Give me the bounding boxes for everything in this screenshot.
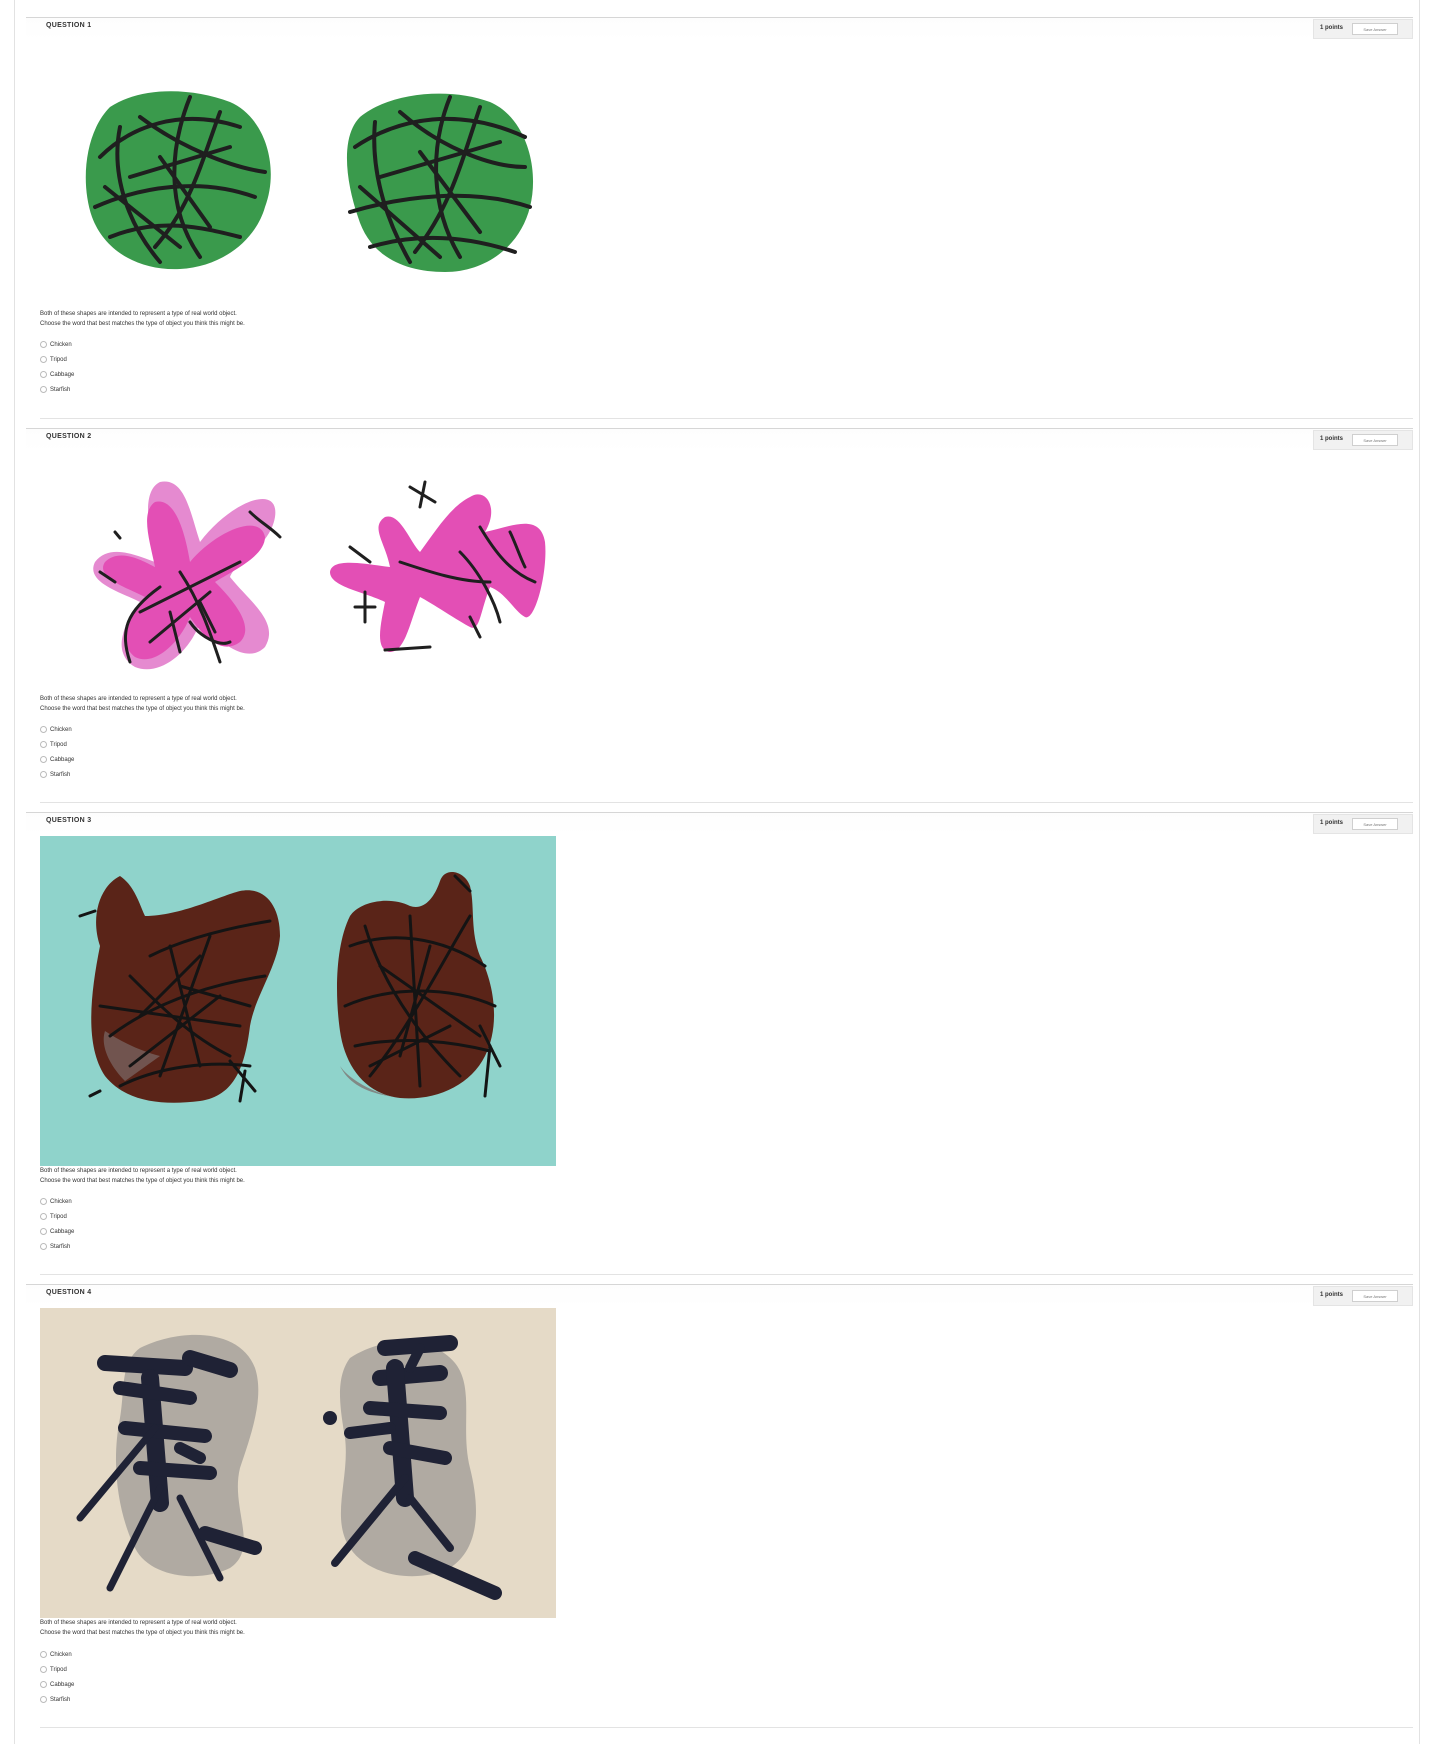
answer-options: Chicken Tripod Cabbage Starfish [40,722,74,782]
question-image [40,836,556,1166]
option-cabbage[interactable]: Cabbage [40,1677,74,1692]
question-title: QUESTION 1 [46,22,92,29]
radio-button[interactable] [40,1666,47,1673]
radio-button[interactable] [40,371,47,378]
points-box: 1 points Save Answer [1313,814,1413,834]
option-chicken[interactable]: Chicken [40,1647,74,1662]
option-cabbage[interactable]: Cabbage [40,367,74,382]
save-answer-button[interactable]: Save Answer [1352,1290,1398,1302]
option-label: Tripod [50,741,67,748]
question-image [40,57,556,312]
prompt-line-1: Both of these shapes are intended to rep… [40,1168,237,1174]
option-tripod[interactable]: Tripod [40,1209,74,1224]
save-answer-button[interactable]: Save Answer [1352,818,1398,830]
cabbage-left [85,91,271,270]
radio-button[interactable] [40,341,47,348]
option-label: Chicken [50,341,72,348]
question-separator [40,1274,1413,1275]
radio-button[interactable] [40,741,47,748]
radio-button[interactable] [40,1228,47,1235]
radio-button[interactable] [40,356,47,363]
radio-button[interactable] [40,771,47,778]
radio-button[interactable] [40,1651,47,1658]
option-starfish[interactable]: Starfish [40,1692,74,1707]
option-tripod[interactable]: Tripod [40,1662,74,1677]
question-header: QUESTION 3 1 points Save Answer [26,812,1413,835]
points-label: 1 points [1320,1292,1344,1298]
prompt-line-1: Both of these shapes are intended to rep… [40,1620,237,1626]
option-chicken[interactable]: Chicken [40,337,74,352]
question-image [40,472,556,702]
question-header: QUESTION 4 1 points Save Answer [26,1284,1413,1307]
question-title: QUESTION 4 [46,1289,92,1296]
question-header: QUESTION 2 1 points Save Answer [26,428,1413,451]
question-1: QUESTION 1 1 points Save Answer Both of … [26,17,1413,419]
prompt-line-2: Choose the word that best matches the ty… [40,706,245,712]
prompt-line-1: Both of these shapes are intended to rep… [40,696,237,702]
answer-options: Chicken Tripod Cabbage Starfish [40,1647,74,1707]
radio-button[interactable] [40,726,47,733]
cabbage-right [346,93,534,272]
option-starfish[interactable]: Starfish [40,382,74,397]
option-label: Starfish [50,386,71,393]
option-chicken[interactable]: Chicken [40,1194,74,1209]
option-label: Starfish [50,1696,71,1703]
save-answer-button[interactable]: Save Answer [1352,23,1398,35]
question-separator [40,418,1413,419]
option-label: Starfish [50,1243,71,1250]
question-title: QUESTION 2 [46,433,92,440]
prompt-line-2: Choose the word that best matches the ty… [40,321,245,327]
option-label: Tripod [50,356,67,363]
question-prompt: Both of these shapes are intended to rep… [40,1618,440,1638]
radio-button[interactable] [40,1243,47,1250]
option-label: Cabbage [50,1228,75,1235]
question-prompt: Both of these shapes are intended to rep… [40,1166,440,1186]
save-answer-button[interactable]: Save Answer [1352,434,1398,446]
radio-button[interactable] [40,1696,47,1703]
option-tripod[interactable]: Tripod [40,737,74,752]
points-box: 1 points Save Answer [1313,19,1413,39]
radio-button[interactable] [40,386,47,393]
question-3: QUESTION 3 1 points Save Answer Both of … [26,812,1413,1276]
option-cabbage[interactable]: Cabbage [40,752,74,767]
question-prompt: Both of these shapes are intended to rep… [40,694,440,714]
option-starfish[interactable]: Starfish [40,767,74,782]
option-label: Cabbage [50,1681,75,1688]
option-label: Chicken [50,726,72,733]
option-label: Chicken [50,1651,72,1658]
prompt-line-1: Both of these shapes are intended to rep… [40,311,237,317]
prompt-line-2: Choose the word that best matches the ty… [40,1630,245,1636]
radio-button[interactable] [40,1213,47,1220]
option-label: Starfish [50,771,71,778]
question-prompt: Both of these shapes are intended to rep… [40,309,440,329]
points-box: 1 points Save Answer [1313,1286,1413,1306]
option-label: Chicken [50,1198,72,1205]
question-header: QUESTION 1 1 points Save Answer [26,17,1413,40]
question-separator [40,802,1413,803]
question-4: QUESTION 4 1 points Save Answer Both of … [26,1284,1413,1744]
option-cabbage[interactable]: Cabbage [40,1224,74,1239]
points-box: 1 points Save Answer [1313,430,1413,450]
answer-options: Chicken Tripod Cabbage Starfish [40,1194,74,1254]
radio-button[interactable] [40,1681,47,1688]
option-tripod[interactable]: Tripod [40,352,74,367]
prompt-line-2: Choose the word that best matches the ty… [40,1178,245,1184]
option-label: Cabbage [50,371,75,378]
option-label: Tripod [50,1666,67,1673]
option-label: Tripod [50,1213,67,1220]
option-label: Cabbage [50,756,75,763]
question-2: QUESTION 2 1 points Save Answer Both of … [26,428,1413,803]
points-label: 1 points [1320,25,1344,31]
radio-button[interactable] [40,756,47,763]
question-separator [40,1727,1413,1728]
option-chicken[interactable]: Chicken [40,722,74,737]
question-title: QUESTION 3 [46,817,92,824]
answer-options: Chicken Tripod Cabbage Starfish [40,337,74,397]
option-starfish[interactable]: Starfish [40,1239,74,1254]
points-label: 1 points [1320,820,1344,826]
radio-button[interactable] [40,1198,47,1205]
points-label: 1 points [1320,436,1344,442]
question-image [40,1308,556,1618]
